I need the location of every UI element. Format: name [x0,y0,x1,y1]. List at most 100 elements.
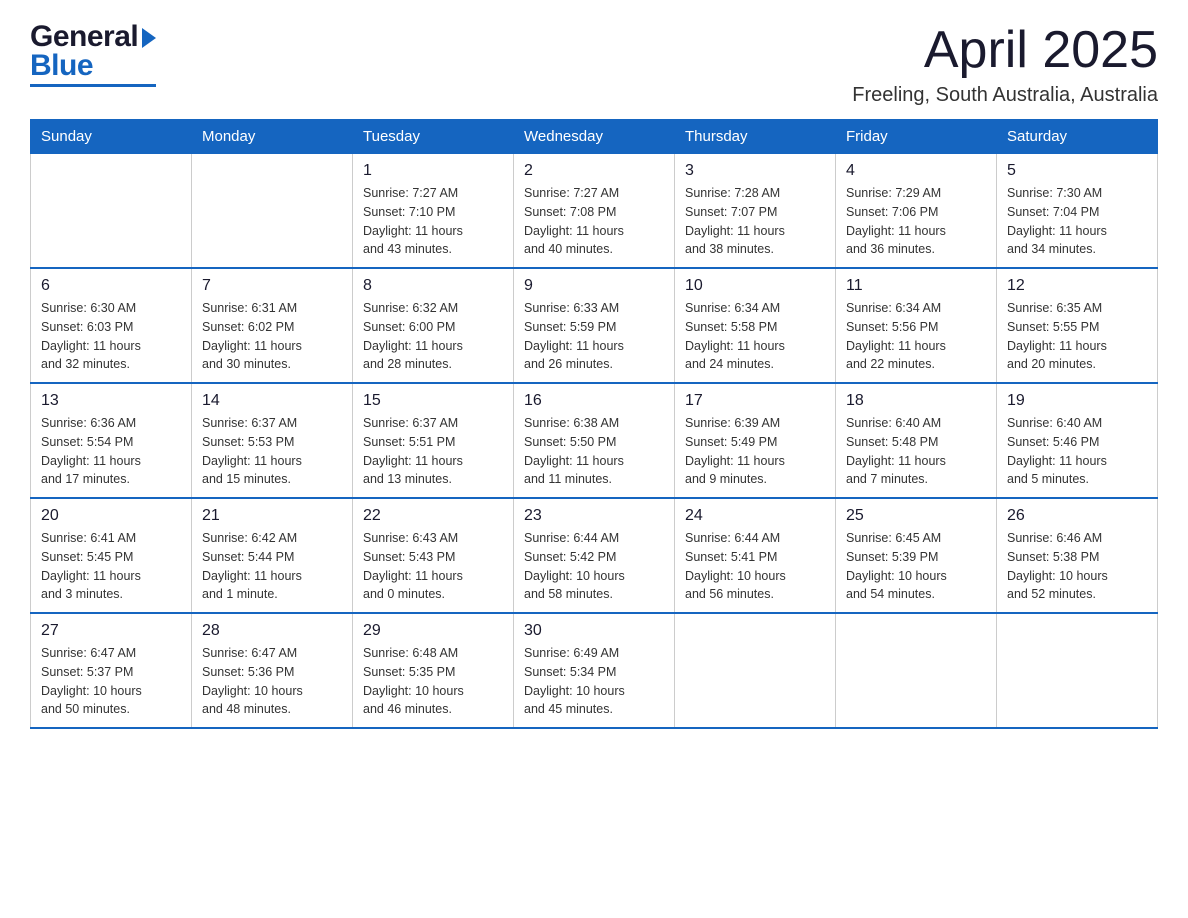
calendar-cell: 7 Sunrise: 6:31 AM Sunset: 6:02 PM Daylig… [192,268,353,383]
calendar-cell [836,613,997,728]
day-info: Sunrise: 6:36 AM Sunset: 5:54 PM Dayligh… [41,414,181,489]
day-number: 12 [1007,277,1147,295]
day-number: 17 [685,392,825,410]
calendar-week-row: 20 Sunrise: 6:41 AM Sunset: 5:45 PM Dayli… [31,498,1158,613]
calendar-cell: 13Sunrise: 6:36 AM Sunset: 5:54 PM Dayli… [31,383,192,498]
calendar-cell: 1 Sunrise: 7:27 AM Sunset: 7:10 PM Daylig… [353,154,514,269]
calendar-cell: 14Sunrise: 6:37 AM Sunset: 5:53 PM Dayli… [192,383,353,498]
day-info: Sunrise: 6:39 AM Sunset: 5:49 PM Dayligh… [685,414,825,489]
day-number: 28 [202,622,342,640]
calendar-cell: 23 Sunrise: 6:44 AM Sunset: 5:42 PM Dayli… [514,498,675,613]
day-number: 4 [846,162,986,180]
col-saturday: Saturday [997,120,1158,154]
day-info: Sunrise: 7:28 AM Sunset: 7:07 PM Dayligh… [685,184,825,259]
day-info: Sunrise: 6:44 AM Sunset: 5:42 PM Dayligh… [524,529,664,604]
day-number: 3 [685,162,825,180]
calendar-cell: 22Sunrise: 6:43 AM Sunset: 5:43 PM Dayli… [353,498,514,613]
day-info: Sunrise: 6:34 AM Sunset: 5:56 PM Dayligh… [846,299,986,374]
day-info: Sunrise: 6:31 AM Sunset: 6:02 PM Dayligh… [202,299,342,374]
day-number: 7 [202,277,342,295]
calendar-week-row: 6 Sunrise: 6:30 AM Sunset: 6:03 PM Daylig… [31,268,1158,383]
day-info: Sunrise: 7:29 AM Sunset: 7:06 PM Dayligh… [846,184,986,259]
day-number: 11 [846,277,986,295]
day-info: Sunrise: 6:30 AM Sunset: 6:03 PM Dayligh… [41,299,181,374]
calendar-cell: 11 Sunrise: 6:34 AM Sunset: 5:56 PM Dayli… [836,268,997,383]
calendar-cell: 15 Sunrise: 6:37 AM Sunset: 5:51 PM Dayli… [353,383,514,498]
calendar-cell: 16 Sunrise: 6:38 AM Sunset: 5:50 PM Dayli… [514,383,675,498]
header-row: Sunday Monday Tuesday Wednesday Thursday… [31,120,1158,154]
col-wednesday: Wednesday [514,120,675,154]
col-monday: Monday [192,120,353,154]
col-friday: Friday [836,120,997,154]
day-number: 24 [685,507,825,525]
day-info: Sunrise: 6:40 AM Sunset: 5:48 PM Dayligh… [846,414,986,489]
calendar-week-row: 13Sunrise: 6:36 AM Sunset: 5:54 PM Dayli… [31,383,1158,498]
day-number: 22 [363,507,503,525]
calendar-table: Sunday Monday Tuesday Wednesday Thursday… [30,119,1158,729]
day-info: Sunrise: 6:49 AM Sunset: 5:34 PM Dayligh… [524,644,664,719]
calendar-cell: 21Sunrise: 6:42 AM Sunset: 5:44 PM Dayli… [192,498,353,613]
day-info: Sunrise: 6:41 AM Sunset: 5:45 PM Dayligh… [41,529,181,604]
calendar-cell: 2 Sunrise: 7:27 AM Sunset: 7:08 PM Daylig… [514,154,675,269]
day-number: 16 [524,392,664,410]
calendar-cell: 27Sunrise: 6:47 AM Sunset: 5:37 PM Dayli… [31,613,192,728]
logo-underline [30,84,156,87]
day-number: 14 [202,392,342,410]
calendar-cell: 18 Sunrise: 6:40 AM Sunset: 5:48 PM Dayli… [836,383,997,498]
col-thursday: Thursday [675,120,836,154]
day-number: 30 [524,622,664,640]
day-number: 29 [363,622,503,640]
day-number: 27 [41,622,181,640]
location-text: Freeling, South Australia, Australia [852,84,1158,107]
day-info: Sunrise: 6:38 AM Sunset: 5:50 PM Dayligh… [524,414,664,489]
calendar-cell: 8 Sunrise: 6:32 AM Sunset: 6:00 PM Daylig… [353,268,514,383]
day-number: 6 [41,277,181,295]
calendar-cell: 3 Sunrise: 7:28 AM Sunset: 7:07 PM Daylig… [675,154,836,269]
calendar-cell: 19Sunrise: 6:40 AM Sunset: 5:46 PM Dayli… [997,383,1158,498]
day-number: 21 [202,507,342,525]
calendar-cell: 17 Sunrise: 6:39 AM Sunset: 5:49 PM Dayli… [675,383,836,498]
calendar-header: Sunday Monday Tuesday Wednesday Thursday… [31,120,1158,154]
day-info: Sunrise: 6:48 AM Sunset: 5:35 PM Dayligh… [363,644,503,719]
day-info: Sunrise: 6:32 AM Sunset: 6:00 PM Dayligh… [363,299,503,374]
day-info: Sunrise: 7:30 AM Sunset: 7:04 PM Dayligh… [1007,184,1147,259]
calendar-cell [997,613,1158,728]
day-info: Sunrise: 6:47 AM Sunset: 5:36 PM Dayligh… [202,644,342,719]
logo-blue-label: Blue [30,49,93,82]
calendar-cell: 4 Sunrise: 7:29 AM Sunset: 7:06 PM Daylig… [836,154,997,269]
calendar-cell: 5Sunrise: 7:30 AM Sunset: 7:04 PM Daylig… [997,154,1158,269]
calendar-cell: 20 Sunrise: 6:41 AM Sunset: 5:45 PM Dayli… [31,498,192,613]
calendar-title: April 2025 Freeling, South Australia, Au… [852,20,1158,107]
col-tuesday: Tuesday [353,120,514,154]
logo-container: General Blue [30,20,156,87]
day-info: Sunrise: 6:33 AM Sunset: 5:59 PM Dayligh… [524,299,664,374]
calendar-body: 1 Sunrise: 7:27 AM Sunset: 7:10 PM Daylig… [31,154,1158,729]
day-info: Sunrise: 6:46 AM Sunset: 5:38 PM Dayligh… [1007,529,1147,604]
calendar-cell [192,154,353,269]
day-number: 15 [363,392,503,410]
day-number: 23 [524,507,664,525]
day-info: Sunrise: 7:27 AM Sunset: 7:08 PM Dayligh… [524,184,664,259]
calendar-cell [31,154,192,269]
day-info: Sunrise: 6:40 AM Sunset: 5:46 PM Dayligh… [1007,414,1147,489]
day-number: 25 [846,507,986,525]
calendar-cell: 26Sunrise: 6:46 AM Sunset: 5:38 PM Dayli… [997,498,1158,613]
calendar-cell: 30 Sunrise: 6:49 AM Sunset: 5:34 PM Dayli… [514,613,675,728]
calendar-cell: 6 Sunrise: 6:30 AM Sunset: 6:03 PM Daylig… [31,268,192,383]
calendar-cell [675,613,836,728]
day-info: Sunrise: 6:37 AM Sunset: 5:51 PM Dayligh… [363,414,503,489]
logo-triangle-icon [142,28,156,48]
day-number: 2 [524,162,664,180]
day-number: 8 [363,277,503,295]
calendar-cell: 10Sunrise: 6:34 AM Sunset: 5:58 PM Dayli… [675,268,836,383]
day-number: 20 [41,507,181,525]
month-year-heading: April 2025 [852,20,1158,80]
day-number: 1 [363,162,503,180]
calendar-week-row: 27Sunrise: 6:47 AM Sunset: 5:37 PM Dayli… [31,613,1158,728]
calendar-week-row: 1 Sunrise: 7:27 AM Sunset: 7:10 PM Daylig… [31,154,1158,269]
day-info: Sunrise: 6:35 AM Sunset: 5:55 PM Dayligh… [1007,299,1147,374]
day-number: 10 [685,277,825,295]
calendar-cell: 25Sunrise: 6:45 AM Sunset: 5:39 PM Dayli… [836,498,997,613]
day-number: 18 [846,392,986,410]
day-info: Sunrise: 7:27 AM Sunset: 7:10 PM Dayligh… [363,184,503,259]
